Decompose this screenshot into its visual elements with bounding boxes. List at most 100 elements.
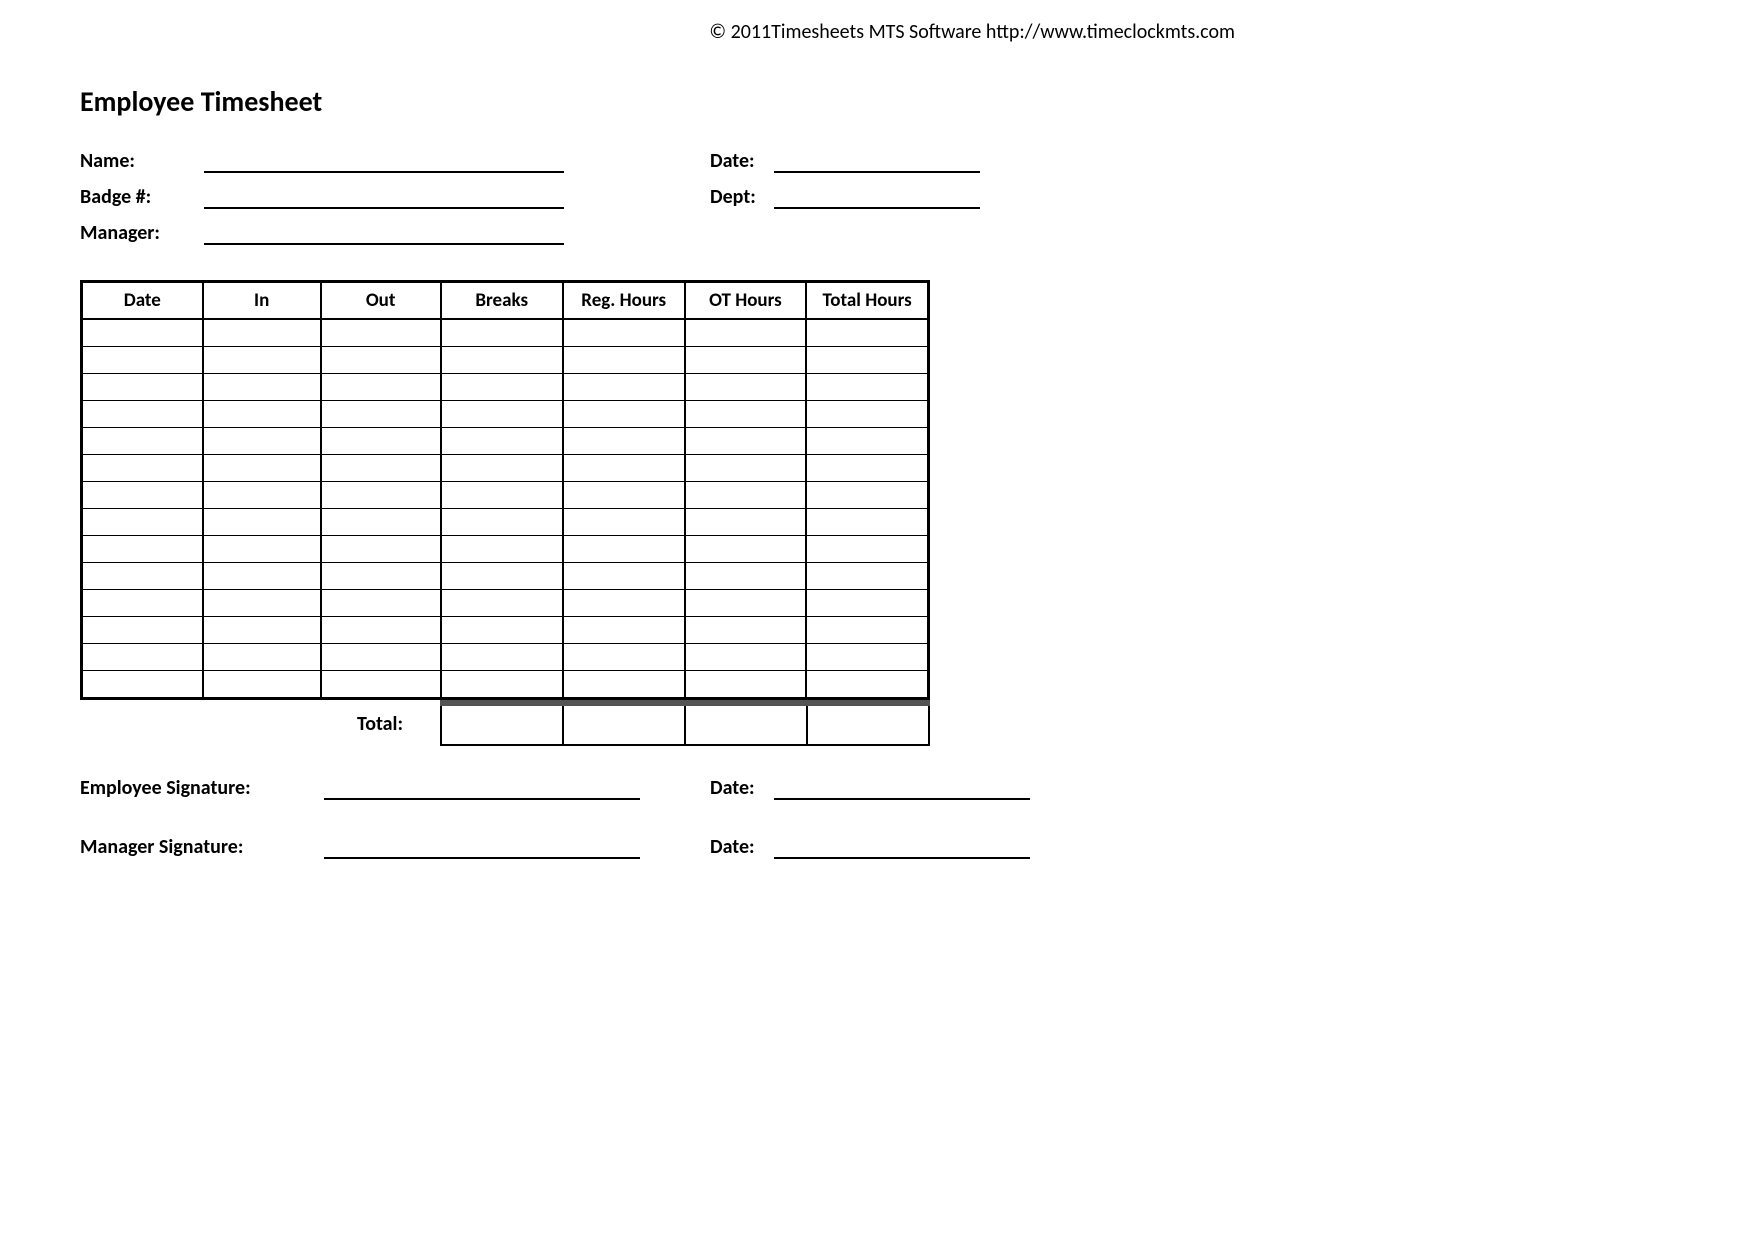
table-cell[interactable]: [563, 319, 685, 347]
table-cell[interactable]: [203, 319, 321, 347]
table-cell[interactable]: [806, 482, 928, 509]
table-cell[interactable]: [321, 563, 441, 590]
table-cell[interactable]: [685, 536, 807, 563]
table-cell[interactable]: [441, 671, 563, 699]
employee-signature-date-line[interactable]: [774, 778, 1030, 800]
table-cell[interactable]: [203, 428, 321, 455]
table-cell[interactable]: [563, 374, 685, 401]
table-cell[interactable]: [563, 509, 685, 536]
table-cell[interactable]: [563, 482, 685, 509]
table-cell[interactable]: [82, 671, 203, 699]
table-cell[interactable]: [441, 319, 563, 347]
table-cell[interactable]: [806, 617, 928, 644]
table-cell[interactable]: [806, 347, 928, 374]
table-cell[interactable]: [806, 374, 928, 401]
table-cell[interactable]: [563, 671, 685, 699]
table-cell[interactable]: [441, 509, 563, 536]
table-cell[interactable]: [806, 536, 928, 563]
table-cell[interactable]: [321, 671, 441, 699]
table-cell[interactable]: [441, 455, 563, 482]
table-cell[interactable]: [441, 347, 563, 374]
table-cell[interactable]: [806, 319, 928, 347]
table-cell[interactable]: [806, 644, 928, 671]
table-cell[interactable]: [321, 374, 441, 401]
table-cell[interactable]: [321, 401, 441, 428]
table-cell[interactable]: [685, 509, 807, 536]
table-cell[interactable]: [441, 428, 563, 455]
table-cell[interactable]: [563, 590, 685, 617]
table-cell[interactable]: [82, 374, 203, 401]
table-cell[interactable]: [321, 482, 441, 509]
table-cell[interactable]: [321, 319, 441, 347]
table-cell[interactable]: [82, 509, 203, 536]
table-cell[interactable]: [82, 617, 203, 644]
table-cell[interactable]: [685, 482, 807, 509]
table-cell[interactable]: [203, 455, 321, 482]
table-cell[interactable]: [82, 563, 203, 590]
table-cell[interactable]: [321, 455, 441, 482]
table-cell[interactable]: [441, 563, 563, 590]
table-cell[interactable]: [203, 671, 321, 699]
table-cell[interactable]: [563, 428, 685, 455]
table-cell[interactable]: [321, 428, 441, 455]
table-cell[interactable]: [203, 617, 321, 644]
table-cell[interactable]: [82, 347, 203, 374]
table-cell[interactable]: [441, 536, 563, 563]
table-cell[interactable]: [203, 563, 321, 590]
table-cell[interactable]: [82, 319, 203, 347]
table-cell[interactable]: [82, 482, 203, 509]
table-cell[interactable]: [685, 319, 807, 347]
table-cell[interactable]: [685, 455, 807, 482]
employee-signature-line[interactable]: [324, 778, 640, 800]
table-cell[interactable]: [321, 536, 441, 563]
table-cell[interactable]: [685, 347, 807, 374]
table-cell[interactable]: [563, 401, 685, 428]
table-cell[interactable]: [441, 482, 563, 509]
table-cell[interactable]: [203, 401, 321, 428]
table-cell[interactable]: [203, 347, 321, 374]
table-cell[interactable]: [203, 509, 321, 536]
table-cell[interactable]: [563, 455, 685, 482]
table-cell[interactable]: [685, 644, 807, 671]
manager-line[interactable]: [204, 223, 564, 245]
table-cell[interactable]: [806, 509, 928, 536]
table-cell[interactable]: [806, 428, 928, 455]
table-cell[interactable]: [685, 590, 807, 617]
table-cell[interactable]: [82, 455, 203, 482]
table-cell[interactable]: [82, 401, 203, 428]
table-cell[interactable]: [563, 347, 685, 374]
table-cell[interactable]: [203, 644, 321, 671]
table-cell[interactable]: [82, 428, 203, 455]
manager-signature-date-line[interactable]: [774, 837, 1030, 859]
table-cell[interactable]: [82, 590, 203, 617]
dept-line[interactable]: [774, 187, 980, 209]
table-cell[interactable]: [563, 617, 685, 644]
table-cell[interactable]: [441, 617, 563, 644]
total-ot-cell[interactable]: [685, 703, 807, 745]
table-cell[interactable]: [441, 401, 563, 428]
table-cell[interactable]: [441, 374, 563, 401]
table-cell[interactable]: [321, 347, 441, 374]
table-cell[interactable]: [806, 455, 928, 482]
table-cell[interactable]: [563, 563, 685, 590]
table-cell[interactable]: [203, 374, 321, 401]
total-reg-cell[interactable]: [563, 703, 685, 745]
total-breaks-cell[interactable]: [441, 703, 563, 745]
table-cell[interactable]: [806, 590, 928, 617]
table-cell[interactable]: [806, 671, 928, 699]
table-cell[interactable]: [685, 563, 807, 590]
table-cell[interactable]: [203, 536, 321, 563]
table-cell[interactable]: [806, 401, 928, 428]
table-cell[interactable]: [563, 536, 685, 563]
table-cell[interactable]: [203, 482, 321, 509]
table-cell[interactable]: [563, 644, 685, 671]
table-cell[interactable]: [82, 536, 203, 563]
table-cell[interactable]: [685, 401, 807, 428]
table-cell[interactable]: [685, 671, 807, 699]
table-cell[interactable]: [82, 644, 203, 671]
table-cell[interactable]: [685, 617, 807, 644]
table-cell[interactable]: [806, 563, 928, 590]
date-line[interactable]: [774, 151, 980, 173]
manager-signature-line[interactable]: [324, 837, 640, 859]
name-line[interactable]: [204, 151, 564, 173]
